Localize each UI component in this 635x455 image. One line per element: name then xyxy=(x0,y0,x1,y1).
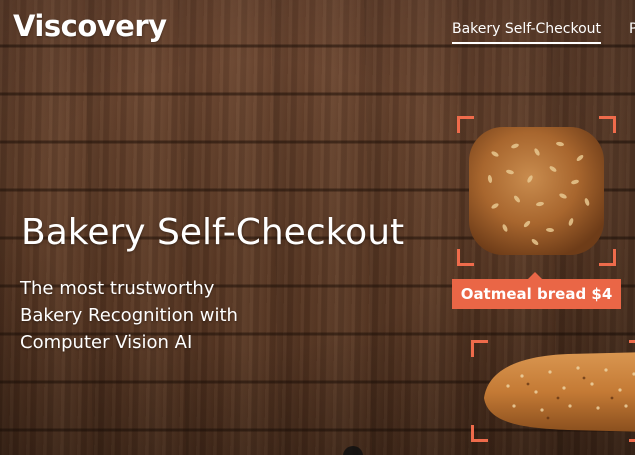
detection-label-oatmeal-bread: Oatmeal bread $4 xyxy=(452,272,621,309)
hero-subtitle: The most trustworthy Bakery Recognition … xyxy=(20,278,238,353)
viscovery-logo[interactable]: Viscovery xyxy=(13,9,167,43)
nav-item-bakery-self-checkout[interactable]: Bakery Self-Checkout xyxy=(452,21,601,44)
nav-item-p[interactable]: P xyxy=(629,21,635,44)
hero-page: Viscovery Bakery Self-Checkout P Bakery … xyxy=(0,0,635,455)
detection-label-text: Oatmeal bread $4 xyxy=(452,279,621,309)
hero-title: Bakery Self-Checkout xyxy=(21,212,405,253)
scroll-indicator-dot[interactable] xyxy=(343,446,363,455)
top-nav: Bakery Self-Checkout P xyxy=(452,21,635,44)
detection-frame-oatmeal-bread xyxy=(457,116,616,266)
detection-frame-baguette xyxy=(471,340,635,442)
